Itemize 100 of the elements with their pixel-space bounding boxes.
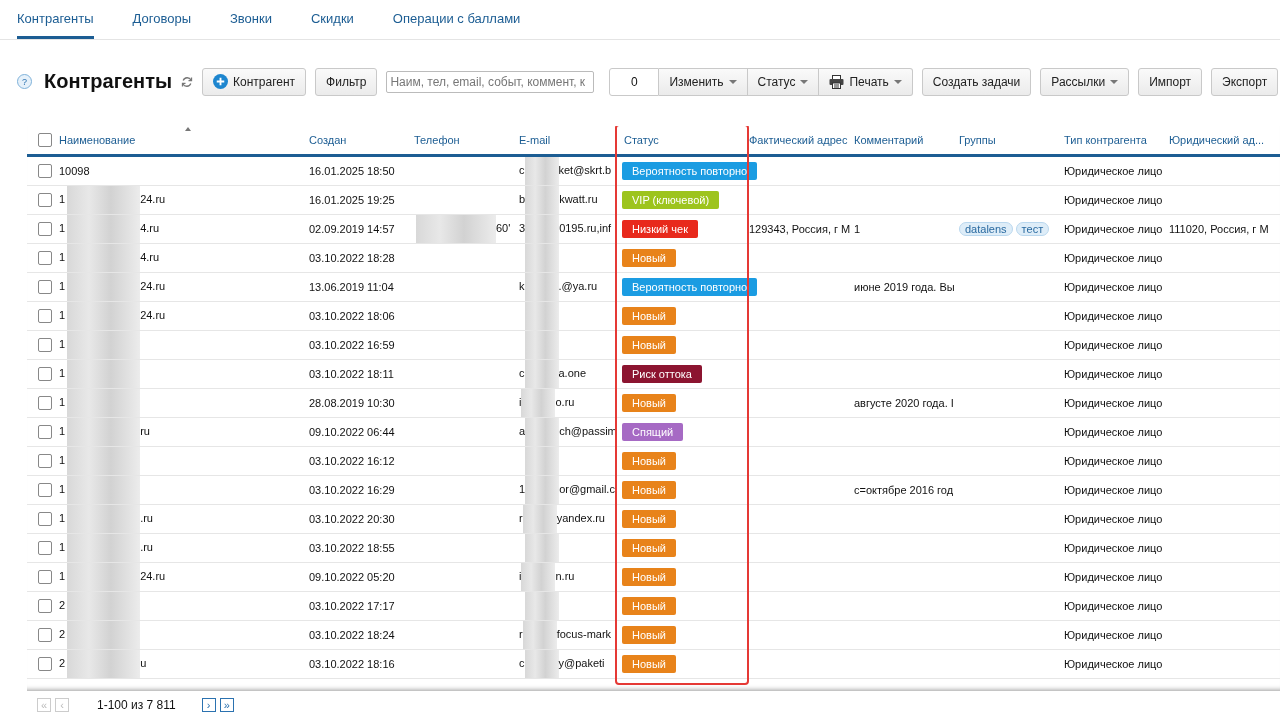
table-cell: Юридическое лицо (1064, 194, 1163, 206)
status-badge: Риск оттока (622, 365, 702, 383)
table-cell: 0195.ru,inf (559, 221, 612, 234)
row-checkbox[interactable] (38, 367, 52, 382)
row-checkbox[interactable] (38, 483, 52, 498)
table-cell: 1 (519, 482, 526, 495)
page-range: 1-100 из 7 811 (97, 698, 176, 712)
column-header[interactable]: Тип контрагента (1064, 134, 1147, 146)
column-header[interactable]: Группы (959, 134, 996, 146)
row-checkbox[interactable] (38, 251, 52, 266)
row-checkbox[interactable] (38, 512, 52, 527)
select-all-checkbox[interactable] (38, 133, 52, 148)
nav-tab[interactable]: Скидки (311, 0, 354, 39)
column-header[interactable]: Наименование (59, 134, 136, 146)
table-cell: Юридическое лицо (1064, 368, 1163, 380)
table-cell: Юридическое лицо (1064, 571, 1163, 583)
add-contractor-button[interactable]: Контрагент (202, 67, 307, 96)
nav-tab[interactable]: Контрагенты (17, 0, 94, 39)
table-cell: c (519, 366, 525, 379)
table-cell: 03.10.2022 18:11 (309, 368, 394, 380)
table-cell: 03.10.2022 16:59 (309, 339, 395, 351)
column-header[interactable]: Создан (309, 134, 347, 146)
status-badge: Новый (622, 481, 676, 499)
search-field[interactable]: Наим, тел, email, событ, коммент, к (386, 70, 595, 93)
nav-tab[interactable]: Звонки (230, 0, 272, 39)
table-cell: августе 2020 года. I (854, 397, 954, 409)
toolbar-button[interactable]: Статус (747, 67, 820, 96)
table-cell: 1 (59, 337, 66, 350)
table-cell: r (519, 511, 523, 524)
toolbar-button[interactable]: Создать задачи (921, 67, 1032, 96)
toolbar-button[interactable]: Рассылки (1040, 67, 1130, 96)
table-cell: k (519, 279, 525, 292)
toolbar-button[interactable]: Импорт (1138, 67, 1203, 96)
column-header[interactable]: Телефон (414, 134, 460, 146)
table-cell: u (140, 656, 147, 669)
refresh-icon[interactable] (181, 75, 194, 88)
row-checkbox[interactable] (38, 164, 52, 179)
table-cell: 10098 (59, 165, 90, 177)
toolbar-button[interactable]: Печать (819, 67, 913, 96)
column-header[interactable]: Фактический адрес (749, 134, 848, 146)
table-cell: 24.ru (140, 569, 166, 582)
table-cell: 03.10.2022 16:29 (309, 484, 395, 496)
table-cell: Юридическое лицо (1064, 339, 1163, 351)
group-tag[interactable]: datalens (959, 222, 1013, 236)
row-checkbox[interactable] (38, 628, 52, 643)
page-title: Контрагенты (44, 70, 173, 93)
group-tag[interactable]: тест (1015, 222, 1050, 236)
column-header[interactable]: E-mail (519, 134, 551, 146)
table-cell: Юридическое лицо (1064, 165, 1163, 177)
table-cell: y@paketi (558, 656, 605, 669)
table-cell: 60' (496, 221, 511, 234)
row-checkbox[interactable] (38, 454, 52, 469)
table-cell: 1 (59, 453, 66, 466)
row-checkbox[interactable] (38, 309, 52, 324)
table-cell: 03.10.2022 17:17 (309, 600, 395, 612)
row-checkbox[interactable] (38, 280, 52, 295)
table-cell: ket@skrt.b (558, 163, 612, 176)
table-cell: or@gmail.c (559, 482, 615, 495)
table-cell: 24.ru (140, 308, 166, 321)
table-cell: c (519, 656, 525, 669)
pager-button[interactable]: › (201, 698, 216, 712)
table-cell: focus-mark (556, 627, 612, 640)
table-cell: 1 (59, 221, 66, 234)
pager-button[interactable]: » (219, 698, 234, 712)
row-checkbox[interactable] (38, 396, 52, 411)
table-cell: 1 (59, 250, 66, 263)
printer-icon (829, 74, 845, 89)
row-checkbox[interactable] (38, 657, 52, 672)
table-cell: 1 (59, 569, 66, 582)
status-badge: Новый (622, 336, 676, 354)
nav-tab[interactable]: Договоры (132, 0, 191, 39)
row-checkbox[interactable] (38, 222, 52, 237)
table-cell: 3 (519, 221, 526, 234)
row-checkbox[interactable] (38, 425, 52, 440)
table-cell: 03.10.2022 16:12 (309, 455, 395, 467)
filter-button[interactable]: Фильтр (315, 67, 378, 96)
table-cell: a (519, 424, 526, 437)
table-cell: Юридическое лицо (1064, 513, 1163, 525)
table-cell: Юридическое лицо (1064, 281, 1163, 293)
table-cell: 02.09.2019 14:57 (309, 223, 395, 235)
table-cell: 03.10.2022 18:28 (309, 252, 395, 264)
nav-tab[interactable]: Операции с баллами (392, 0, 521, 39)
row-checkbox[interactable] (38, 541, 52, 556)
row-checkbox[interactable] (38, 570, 52, 585)
table-cell: 09.10.2022 05:20 (309, 571, 395, 583)
table-cell: b (519, 192, 526, 205)
row-checkbox[interactable] (38, 338, 52, 353)
column-header[interactable]: Статус (624, 134, 659, 146)
table-cell: 24.ru (140, 192, 166, 205)
toolbar-button[interactable]: Экспорт (1211, 67, 1279, 96)
table-cell: i (519, 569, 522, 582)
column-header[interactable]: Комментарий (854, 134, 924, 146)
table-cell: 1 (59, 511, 66, 524)
toolbar-button[interactable]: Изменить (659, 67, 748, 96)
column-header[interactable]: Юридический ад... (1169, 134, 1265, 146)
row-checkbox[interactable] (38, 599, 52, 614)
table-cell: .ru (140, 511, 153, 524)
help-icon[interactable]: ? (17, 74, 32, 89)
table-cell: 09.10.2022 06:44 (309, 426, 395, 438)
row-checkbox[interactable] (38, 193, 52, 208)
